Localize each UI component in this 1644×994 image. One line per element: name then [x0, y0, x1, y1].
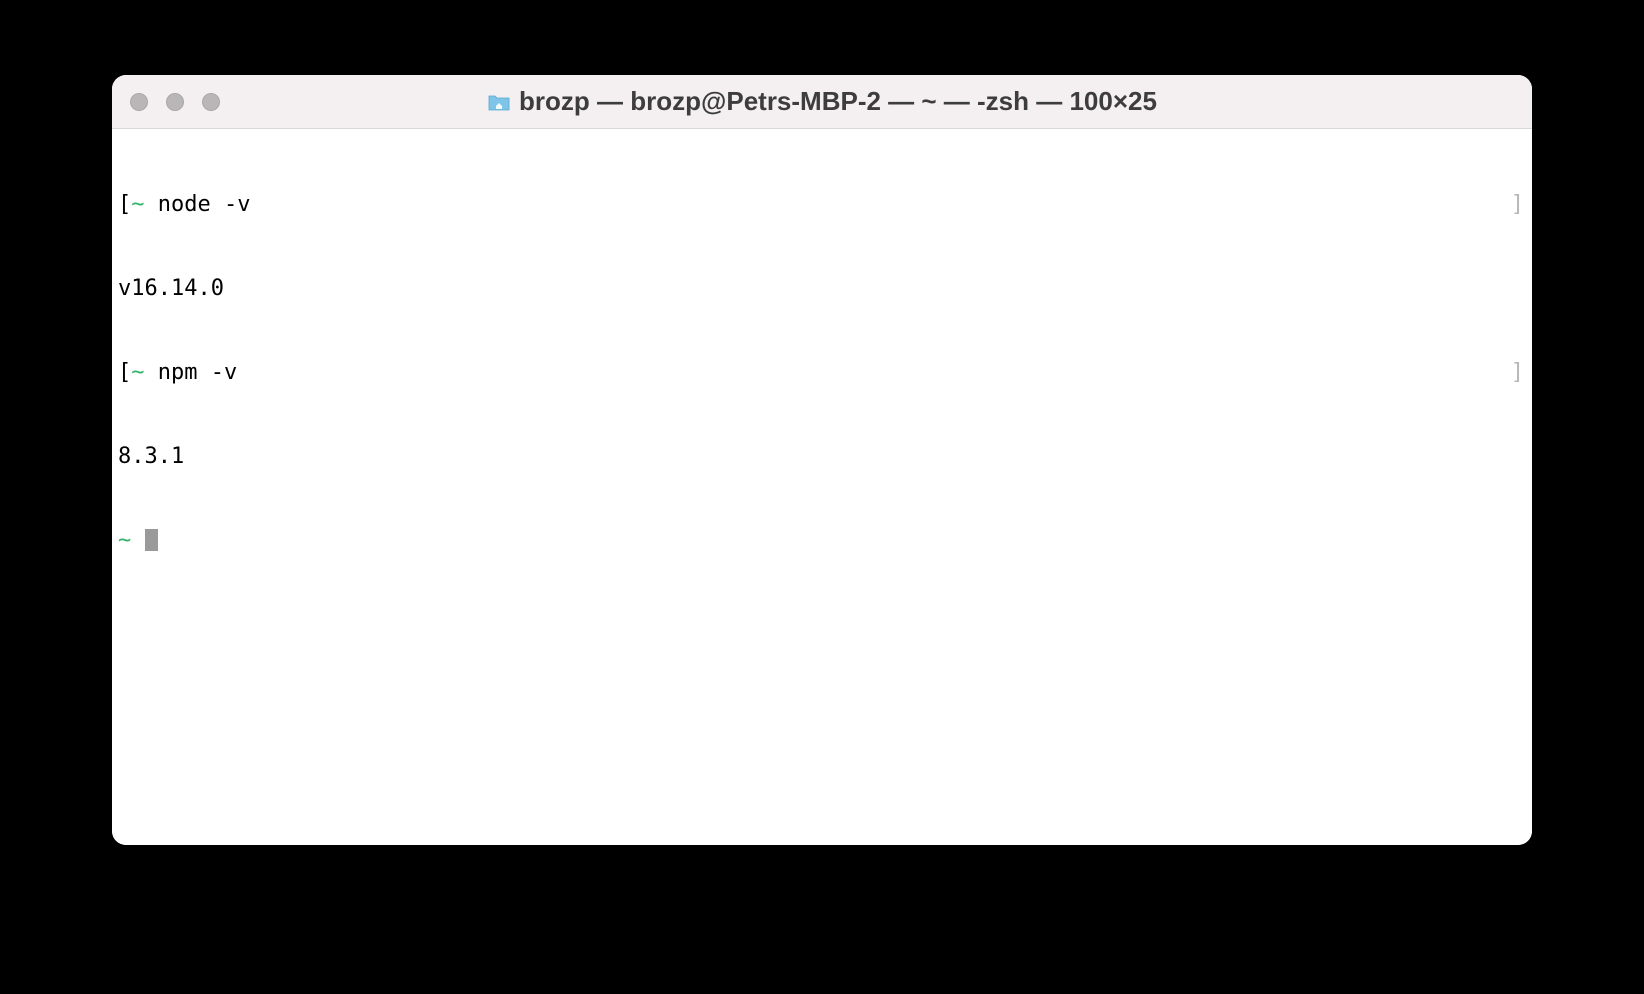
- minimize-button[interactable]: [166, 93, 184, 111]
- terminal-command: npm -v: [158, 360, 237, 385]
- prompt-tilde: ~: [131, 360, 144, 385]
- prompt-right-bracket: ]: [1511, 191, 1526, 219]
- terminal-line: [~ node -v]: [118, 191, 1526, 219]
- prompt-left-bracket: [: [118, 360, 131, 385]
- cursor: [145, 529, 158, 551]
- traffic-lights: [112, 93, 220, 111]
- window-title: brozp — brozp@Petrs-MBP-2 — ~ — -zsh — 1…: [519, 86, 1157, 117]
- terminal-output: v16.14.0: [118, 275, 224, 303]
- prompt-tilde: ~: [131, 192, 144, 217]
- maximize-button[interactable]: [202, 93, 220, 111]
- terminal-output: 8.3.1: [118, 443, 184, 471]
- titlebar: brozp — brozp@Petrs-MBP-2 — ~ — -zsh — 1…: [112, 75, 1532, 129]
- prompt-left-bracket: [: [118, 192, 131, 217]
- prompt-right-bracket: ]: [1511, 359, 1526, 387]
- terminal-line: ~: [118, 527, 1526, 555]
- terminal-window: brozp — brozp@Petrs-MBP-2 — ~ — -zsh — 1…: [112, 75, 1532, 845]
- terminal-command: node -v: [158, 192, 251, 217]
- prompt-tilde: ~: [118, 528, 131, 553]
- folder-home-icon: [487, 92, 511, 112]
- terminal-line: 8.3.1: [118, 443, 1526, 471]
- terminal-line: [~ npm -v]: [118, 359, 1526, 387]
- title-wrap: brozp — brozp@Petrs-MBP-2 — ~ — -zsh — 1…: [112, 86, 1532, 117]
- close-button[interactable]: [130, 93, 148, 111]
- terminal-line: v16.14.0: [118, 275, 1526, 303]
- terminal-body[interactable]: [~ node -v] v16.14.0 [~ npm -v] 8.3.1 ~: [112, 129, 1532, 845]
